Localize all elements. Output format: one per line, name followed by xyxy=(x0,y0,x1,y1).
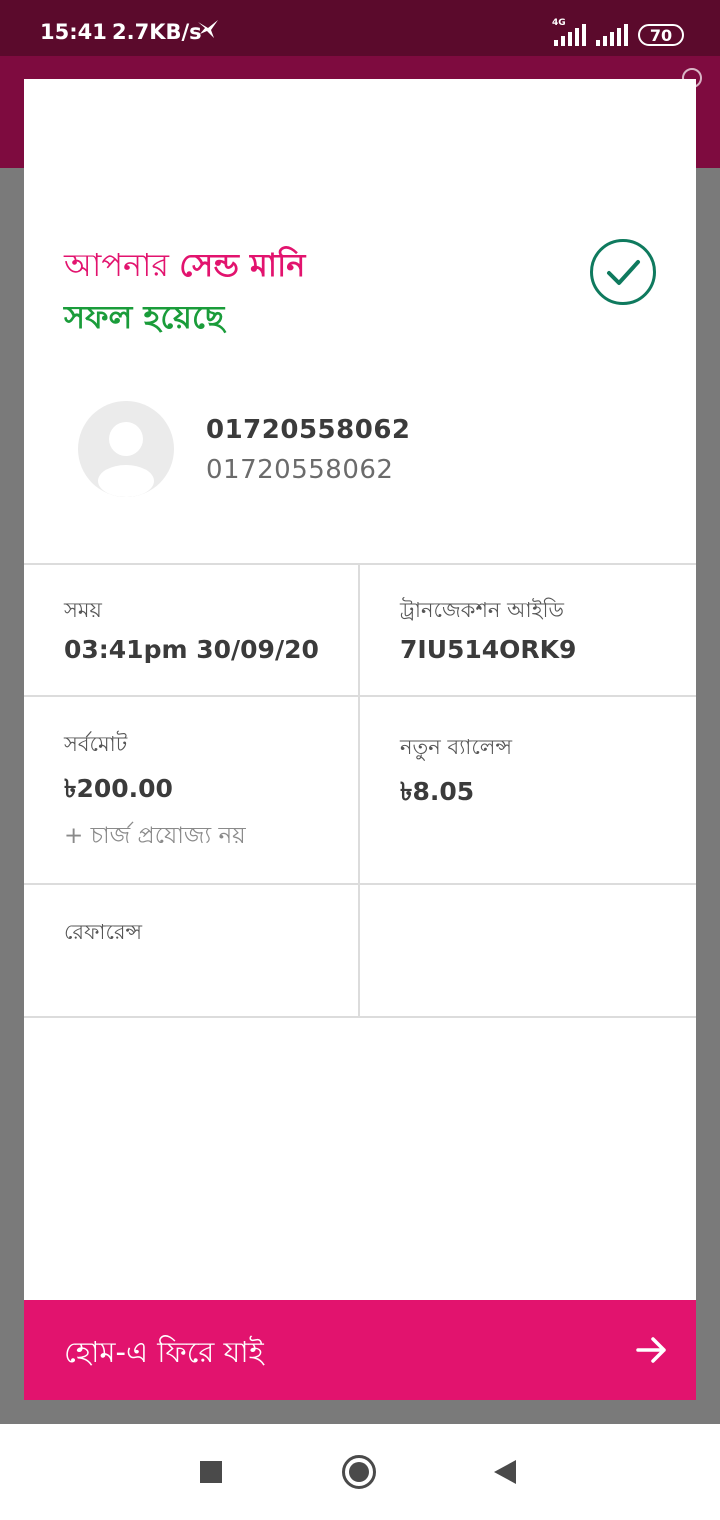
title-highlight: সেন্ড মানি xyxy=(179,246,306,284)
status-icons: 4G 70 xyxy=(552,18,684,46)
battery-level: 70 xyxy=(649,25,673,45)
success-card: আপনার সেন্ড মানি সফল হয়েছে 01720558062 … xyxy=(24,79,696,1400)
transaction-id-label: ট্রানজেকশন আইডি xyxy=(400,598,564,622)
notification-bird-icon xyxy=(196,18,220,46)
title-success: সফল হয়েছে xyxy=(64,298,225,336)
avatar xyxy=(78,401,174,497)
recipient-number: 01720558062 xyxy=(206,455,394,485)
time-value: 03:41pm 30/09/20 xyxy=(64,635,319,664)
new-balance-value: ৳8.05 xyxy=(400,777,475,806)
divider xyxy=(24,563,696,565)
signal-icon xyxy=(596,24,628,46)
total-value: ৳200.00 xyxy=(64,774,173,803)
divider xyxy=(24,1016,696,1018)
title-prefix: আপনার xyxy=(64,246,180,284)
check-circle-icon xyxy=(590,239,656,305)
total-label: সর্বমোট xyxy=(64,732,128,756)
new-balance-label: নতুন ব্যালেন্স xyxy=(400,735,512,759)
battery-icon: 70 xyxy=(638,24,684,46)
recents-square-icon[interactable] xyxy=(200,1461,222,1483)
arrow-right-icon xyxy=(634,1332,670,1372)
network-type-label: 4G xyxy=(552,18,566,28)
time-label: সময় xyxy=(64,598,102,622)
status-bar: 15:41 2.7KB/s 4G 70 xyxy=(0,0,720,56)
divider xyxy=(24,695,696,697)
go-home-label: হোম-এ ফিরে যাই xyxy=(64,1335,264,1369)
status-network-speed: 2.7KB/s xyxy=(112,20,202,44)
recipient-name: 01720558062 xyxy=(206,415,411,445)
home-circle-icon[interactable] xyxy=(342,1455,376,1489)
signal-4g-icon: 4G xyxy=(552,18,586,46)
divider-vertical xyxy=(358,563,360,1018)
charge-note: + চার্জ প্রযোজ্য নয় xyxy=(64,823,246,849)
status-time: 15:41 xyxy=(40,20,107,44)
reference-label: রেফারেন্স xyxy=(64,920,143,944)
back-triangle-icon[interactable] xyxy=(494,1460,516,1484)
go-home-button[interactable]: হোম-এ ফিরে যাই xyxy=(24,1300,696,1400)
system-nav-bar xyxy=(0,1424,720,1520)
transaction-id-value: 7IU514ORK9 xyxy=(400,635,577,664)
divider xyxy=(24,883,696,885)
result-title: আপনার সেন্ড মানি সফল হয়েছে xyxy=(64,239,305,343)
